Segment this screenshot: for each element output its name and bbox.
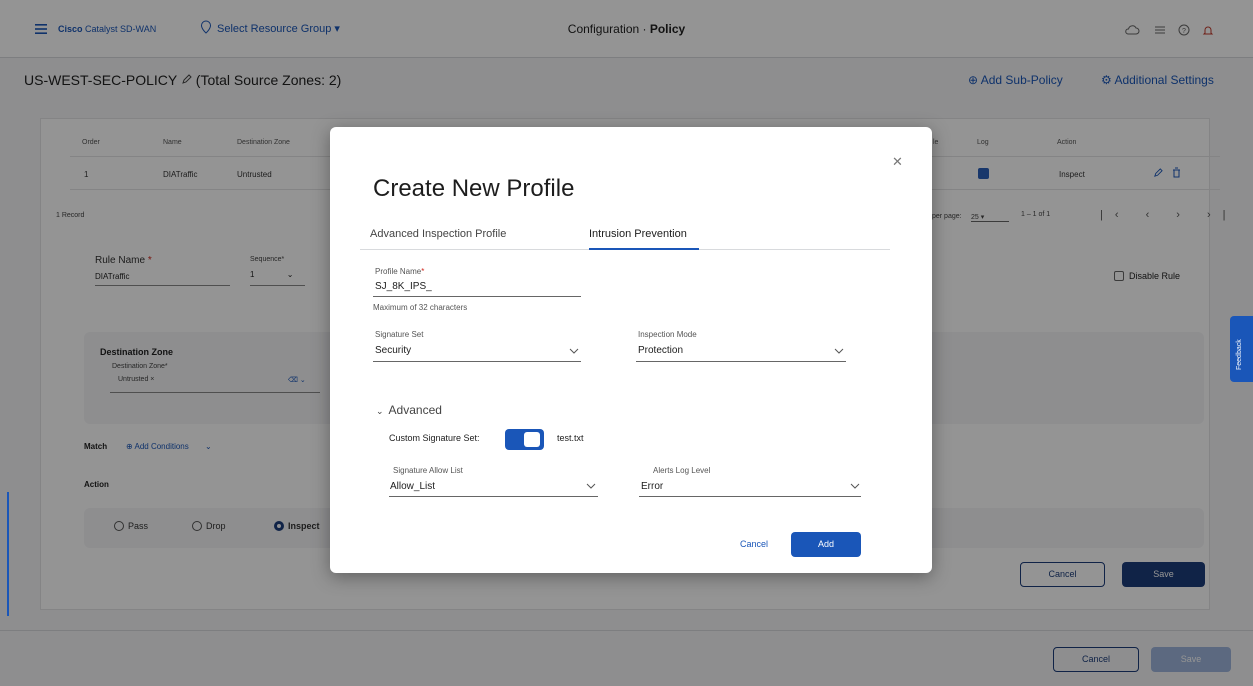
modal-cancel-button[interactable]: Cancel [740, 539, 768, 549]
close-icon[interactable]: ✕ [892, 154, 903, 170]
custom-signature-toggle[interactable] [505, 429, 544, 450]
tab-advanced-inspection-profile[interactable]: Advanced Inspection Profile [370, 228, 506, 240]
allow-list-label: Signature Allow List [393, 466, 463, 475]
allow-list-underline [389, 496, 598, 497]
chevron-down-icon [834, 348, 844, 354]
feedback-tab[interactable]: Feedback [1230, 316, 1253, 382]
inspection-mode-select[interactable]: Protection [638, 345, 683, 356]
advanced-section-toggle[interactable]: ⌄ Advanced [376, 403, 442, 417]
allow-list-select[interactable]: Allow_List [390, 481, 435, 492]
modal-add-button[interactable]: Add [791, 532, 861, 557]
signature-set-label: Signature Set [375, 330, 424, 339]
active-tab-indicator [589, 248, 699, 250]
signature-set-underline [373, 361, 581, 362]
create-profile-modal: ✕ Create New Profile Advanced Inspection… [330, 127, 932, 573]
tab-intrusion-prevention[interactable]: Intrusion Prevention [589, 228, 687, 240]
inspection-mode-label: Inspection Mode [638, 330, 697, 339]
alerts-log-underline [639, 496, 861, 497]
toggle-knob [524, 432, 540, 447]
alerts-log-label: Alerts Log Level [653, 466, 711, 475]
profile-name-underline [373, 296, 581, 297]
alerts-log-select[interactable]: Error [641, 481, 663, 492]
profile-name-input[interactable]: SJ_8K_IPS_ [375, 281, 432, 292]
custom-signature-file: test.txt [557, 433, 584, 443]
custom-signature-label: Custom Signature Set: [389, 433, 480, 443]
modal-title: Create New Profile [373, 175, 575, 202]
scroll-indicator [7, 492, 9, 616]
chevron-down-icon [586, 483, 596, 489]
chevron-down-icon [569, 348, 579, 354]
profile-name-hint: Maximum of 32 characters [373, 303, 468, 312]
inspection-mode-underline [636, 361, 846, 362]
profile-name-label: Profile Name* [375, 267, 425, 276]
chevron-down-icon [850, 483, 860, 489]
signature-set-select[interactable]: Security [375, 345, 411, 356]
